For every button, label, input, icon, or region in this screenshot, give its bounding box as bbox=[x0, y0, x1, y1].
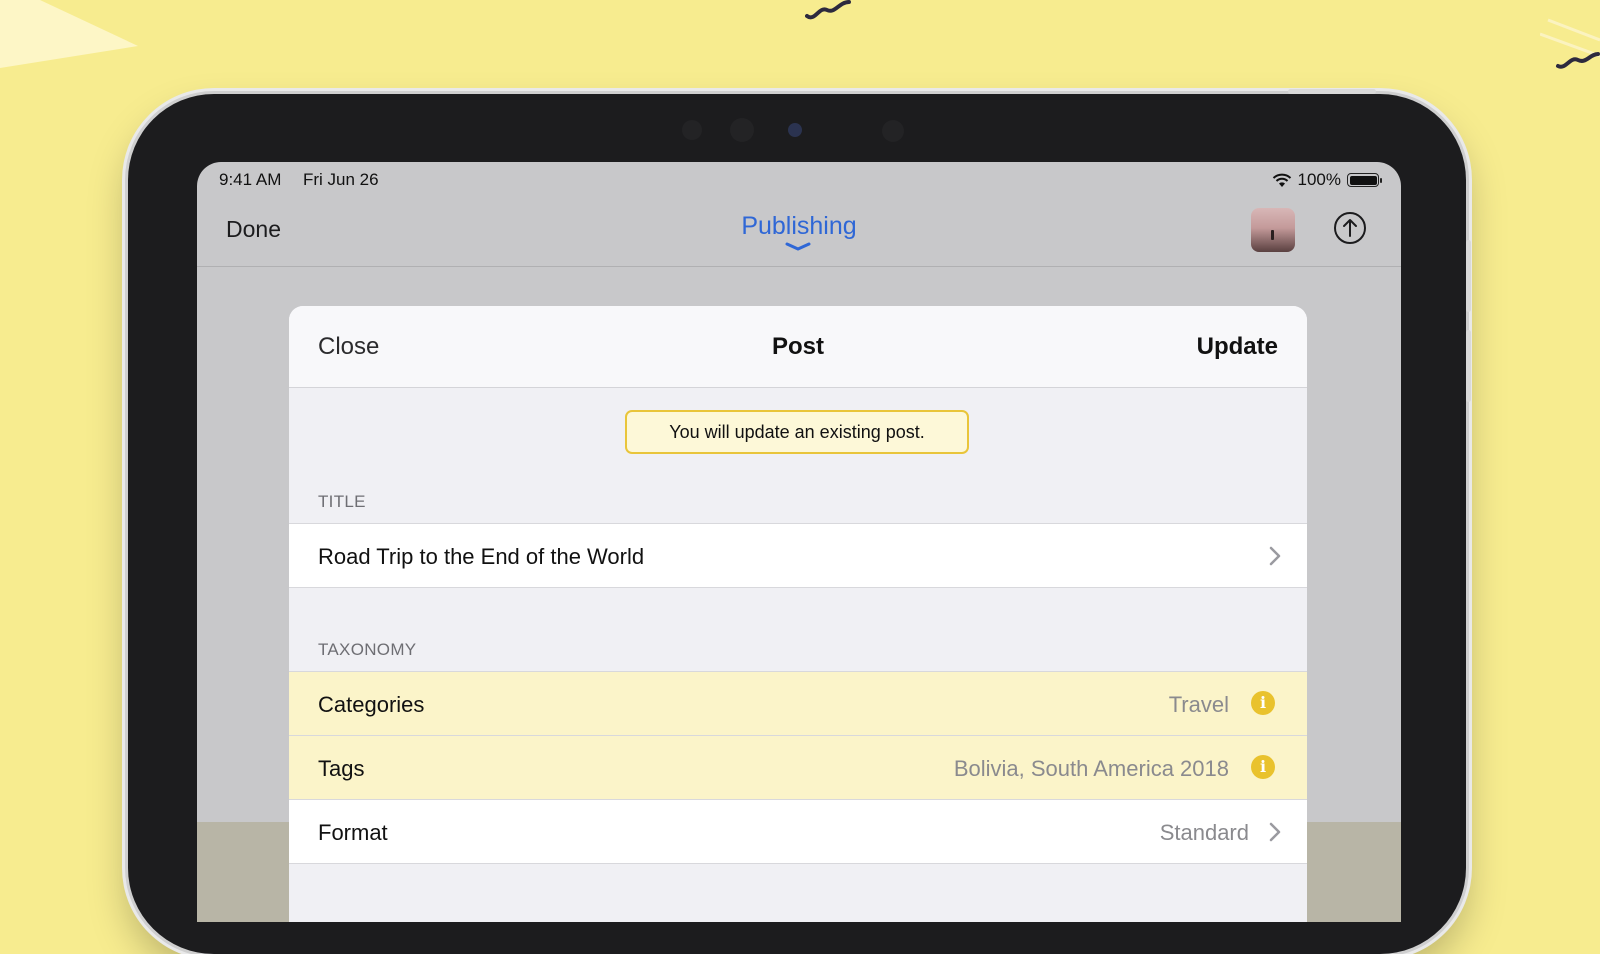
publishing-title[interactable]: Publishing bbox=[197, 212, 1401, 241]
categories-label: Categories bbox=[318, 692, 425, 717]
tags-value: Bolivia, South America 2018 bbox=[953, 756, 1229, 781]
battery-percent: 100% bbox=[1297, 170, 1341, 189]
upload-arrow-icon[interactable] bbox=[1333, 211, 1367, 245]
info-icon[interactable]: i bbox=[1251, 755, 1275, 779]
post-thumbnail[interactable] bbox=[1251, 208, 1295, 252]
sheet-title: Post bbox=[771, 333, 824, 360]
categories-value: Travel bbox=[1168, 692, 1229, 717]
format-label: Format bbox=[318, 820, 388, 845]
chevron-right-icon bbox=[1269, 822, 1281, 842]
top-button bbox=[1288, 89, 1376, 94]
volume-up-button bbox=[1466, 240, 1471, 312]
chevron-right-icon bbox=[1269, 546, 1281, 566]
status-bar: 9:41 AM Fri Jun 26 100% bbox=[197, 162, 1401, 196]
format-value: Standard bbox=[1159, 820, 1249, 845]
sheet-header: Close Post Update bbox=[289, 306, 1307, 388]
tags-row[interactable]: Tags Bolivia, South America 2018 i bbox=[289, 735, 1307, 799]
post-title-value: Road Trip to the End of the World bbox=[318, 544, 645, 569]
tags-label: Tags bbox=[318, 756, 365, 781]
background-triangle bbox=[0, 0, 138, 68]
ipad-screen: 9:41 AM Fri Jun 26 100% Done Publishing … bbox=[197, 162, 1401, 922]
camera-lens bbox=[730, 118, 754, 142]
volume-down-button bbox=[1466, 330, 1471, 402]
camera-dot bbox=[788, 123, 802, 137]
background-squiggle-top bbox=[805, 0, 851, 20]
background-squiggle-right bbox=[1540, 18, 1600, 69]
title-section-label: TITLE bbox=[318, 492, 366, 511]
taxonomy-section-label: TAXONOMY bbox=[318, 640, 417, 659]
wifi-icon bbox=[1272, 173, 1291, 187]
battery-icon bbox=[1347, 173, 1382, 187]
status-time: 9:41 AM bbox=[219, 170, 282, 189]
update-button[interactable]: Update bbox=[1197, 333, 1278, 361]
camera-sensor-right bbox=[882, 120, 904, 142]
update-notice-banner: You will update an existing post. bbox=[625, 410, 969, 454]
camera-sensor bbox=[682, 120, 702, 140]
post-sheet: Close Post Update You will update an exi… bbox=[289, 306, 1307, 922]
status-right: 100% bbox=[1272, 170, 1382, 190]
status-date: Fri Jun 26 bbox=[303, 170, 379, 189]
navigation-bar: Done Publishing bbox=[197, 196, 1401, 267]
categories-row[interactable]: Categories Travel i bbox=[289, 671, 1307, 735]
format-row[interactable]: Format Standard bbox=[289, 799, 1307, 864]
chevron-down-icon[interactable] bbox=[785, 242, 811, 252]
title-row[interactable]: Road Trip to the End of the World bbox=[289, 523, 1307, 588]
info-icon[interactable]: i bbox=[1251, 691, 1275, 715]
